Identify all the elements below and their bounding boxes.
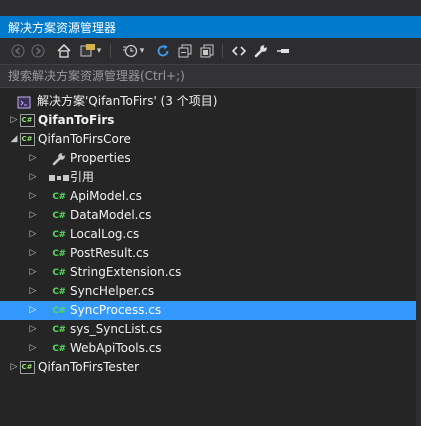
properties-wrench-icon[interactable] bbox=[251, 41, 271, 61]
csharp-file-icon: C# bbox=[51, 227, 67, 242]
toolbar-separator bbox=[222, 44, 223, 58]
csharp-file-icon: C# bbox=[51, 189, 67, 204]
tree-item[interactable]: ▷ C# SyncProcess.cs bbox=[0, 301, 421, 320]
tree-item[interactable]: ▷ C# ApiModel.cs bbox=[0, 187, 421, 206]
show-all-files-icon[interactable] bbox=[197, 41, 217, 61]
csharp-file-icon: C# bbox=[51, 284, 67, 299]
tree-item[interactable]: ▷ C# DataModel.cs bbox=[0, 206, 421, 225]
csharp-glyph: C# bbox=[52, 210, 66, 221]
csharp-glyph: C# bbox=[52, 324, 66, 335]
csharp-glyph: C# bbox=[52, 305, 66, 316]
csharp-glyph: C# bbox=[52, 286, 66, 297]
tree-item-label: PostResult.cs bbox=[70, 246, 149, 260]
tree-item[interactable]: ▷ C# PostResult.cs bbox=[0, 244, 421, 263]
tree-item[interactable]: ▷ C# LocalLog.cs bbox=[0, 225, 421, 244]
tree-item-label: QifanToFirsCore bbox=[38, 132, 131, 146]
switch-views-dropdown-icon[interactable]: ▾ bbox=[94, 41, 104, 61]
home-icon[interactable] bbox=[54, 41, 74, 61]
collapsed-arrow-icon[interactable]: ▷ bbox=[27, 320, 39, 339]
tree-item-label: 引用 bbox=[70, 170, 95, 184]
tree-item[interactable]: ◢ C# QifanToFirsCore bbox=[0, 130, 421, 149]
tree-item[interactable]: ▷ C# SyncHelper.cs bbox=[0, 282, 421, 301]
vertical-scrollbar[interactable] bbox=[416, 88, 421, 426]
toolbar: ▾ ▾ bbox=[0, 38, 421, 64]
csharp-file-icon: C# bbox=[51, 303, 67, 318]
tree-item-label: SyncProcess.cs bbox=[70, 303, 162, 317]
csharp-file-icon: C# bbox=[51, 322, 67, 337]
window-title: 解决方案资源管理器 bbox=[8, 21, 117, 35]
collapsed-arrow-icon[interactable]: ▷ bbox=[27, 301, 39, 320]
tree-item-label: SyncHelper.cs bbox=[70, 284, 155, 298]
tree-item-label: WebApiTools.cs bbox=[70, 341, 162, 355]
collapsed-arrow-icon[interactable]: ▷ bbox=[27, 206, 39, 225]
csharp-glyph: C# bbox=[52, 343, 66, 354]
collapsed-arrow-icon[interactable]: ▷ bbox=[27, 339, 39, 358]
csharp-glyph: C# bbox=[52, 267, 66, 278]
tree-item[interactable]: 解决方案'QifanToFirs' (3 个项目) bbox=[0, 92, 421, 111]
references-icon bbox=[49, 170, 69, 185]
pin-icon[interactable] bbox=[273, 41, 293, 61]
collapse-all-icon[interactable] bbox=[175, 41, 195, 61]
collapsed-arrow-icon[interactable]: ▷ bbox=[27, 263, 39, 282]
csharp-glyph: C# bbox=[52, 191, 66, 202]
tree-item-label: 解决方案'QifanToFirs' (3 个项目) bbox=[37, 94, 218, 108]
collapsed-arrow-icon[interactable]: ▷ bbox=[27, 187, 39, 206]
csharp-project-icon: C# bbox=[19, 360, 35, 375]
back-icon[interactable] bbox=[8, 41, 28, 61]
pending-changes-dropdown-icon[interactable]: ▾ bbox=[137, 41, 147, 61]
csharp-file-icon: C# bbox=[51, 208, 67, 223]
csharp-glyph: C# bbox=[19, 114, 35, 127]
csharp-glyph: C# bbox=[19, 133, 35, 146]
tree-item-label: StringExtension.cs bbox=[70, 265, 182, 279]
csharp-project-icon: C# bbox=[19, 132, 35, 147]
csharp-glyph: C# bbox=[19, 361, 35, 374]
tree-item[interactable]: ▷ 引用 bbox=[0, 168, 421, 187]
csharp-project-icon: C# bbox=[19, 113, 35, 128]
tree-item-label: QifanToFirsTester bbox=[38, 360, 140, 374]
view-code-icon[interactable] bbox=[229, 41, 249, 61]
csharp-file-icon: C# bbox=[51, 265, 67, 280]
forward-icon[interactable] bbox=[28, 41, 48, 61]
collapsed-arrow-icon[interactable]: ▷ bbox=[27, 244, 39, 263]
tree-item-label: QifanToFirs bbox=[38, 113, 115, 127]
csharp-glyph: C# bbox=[52, 229, 66, 240]
wrench-icon bbox=[51, 151, 67, 166]
tree-item[interactable]: ▷ C# StringExtension.cs bbox=[0, 263, 421, 282]
collapsed-arrow-icon[interactable]: ▷ bbox=[27, 149, 39, 168]
solution-icon bbox=[16, 94, 32, 109]
tree-item-label: Properties bbox=[70, 151, 131, 165]
tree-item[interactable]: ▷ C# sys_SyncList.cs bbox=[0, 320, 421, 339]
csharp-file-icon: C# bbox=[51, 341, 67, 356]
csharp-file-icon: C# bbox=[51, 246, 67, 261]
collapsed-arrow-icon[interactable]: ▷ bbox=[27, 168, 39, 187]
tree-item[interactable]: ▷ C# WebApiTools.cs bbox=[0, 339, 421, 358]
refresh-icon[interactable] bbox=[153, 41, 173, 61]
tree-item-label: sys_SyncList.cs bbox=[70, 322, 163, 336]
search-box bbox=[0, 64, 421, 88]
search-input[interactable] bbox=[0, 65, 421, 87]
tree-item-label: ApiModel.cs bbox=[70, 189, 142, 203]
collapsed-arrow-icon[interactable]: ▷ bbox=[27, 282, 39, 301]
tool-window-header: 解决方案资源管理器 bbox=[0, 0, 421, 38]
tree-item[interactable]: ▷ C# QifanToFirs bbox=[0, 111, 421, 130]
tree-item[interactable]: ▷ C# QifanToFirsTester bbox=[0, 358, 421, 377]
toolbar-separator bbox=[110, 44, 111, 58]
collapsed-arrow-icon[interactable]: ▷ bbox=[27, 225, 39, 244]
tree-item[interactable]: ▷ Properties bbox=[0, 149, 421, 168]
tree-item-label: LocalLog.cs bbox=[70, 227, 140, 241]
tree-item-label: DataModel.cs bbox=[70, 208, 152, 222]
csharp-glyph: C# bbox=[52, 248, 66, 259]
